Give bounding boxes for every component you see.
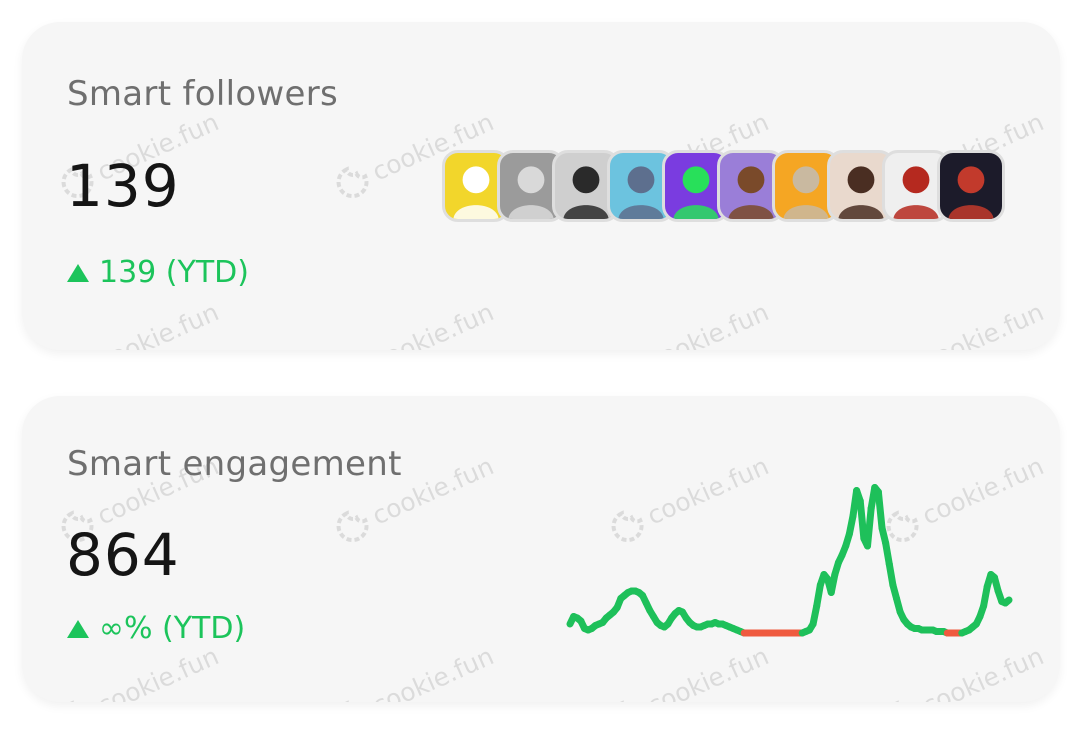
watermark-label: cookie.fun <box>367 640 498 702</box>
cookie-fun-watermark: cookie.fun <box>330 638 499 702</box>
watermark-label: cookie.fun <box>92 296 223 350</box>
watermark-label: cookie.fun <box>642 640 773 702</box>
engagement-sparkline <box>566 484 1013 637</box>
cookie-fun-watermark: cookie.fun <box>880 294 1049 350</box>
smart-engagement-change: ∞% (YTD) <box>67 611 245 646</box>
cookie-icon <box>336 700 369 702</box>
up-triangle-icon <box>67 619 89 638</box>
cookie-fun-watermark: cookie.fun <box>605 638 774 702</box>
cookie-icon <box>336 510 369 543</box>
watermark-label: cookie.fun <box>367 296 498 350</box>
cookie-icon <box>336 166 369 199</box>
smart-engagement-title: Smart engagement <box>67 444 402 484</box>
sparkline-segment <box>856 497 868 542</box>
smart-followers-title: Smart followers <box>67 74 339 114</box>
cookie-icon <box>61 700 94 702</box>
smart-followers-change-label: 139 (YTD) <box>99 255 249 290</box>
cookie-fun-watermark: cookie.fun <box>55 294 224 350</box>
sparkline-segment <box>874 488 886 532</box>
sparkline-segment <box>1001 596 1013 607</box>
smart-engagement-card[interactable]: cookie.fun cookie.fun cookie.fun cookie.fun… <box>22 396 1060 702</box>
cookie-fun-watermark: cookie.fun <box>605 294 774 350</box>
smart-engagement-change-label: ∞% (YTD) <box>99 611 246 646</box>
smart-followers-change: 139 (YTD) <box>67 255 249 290</box>
smart-followers-count: 139 <box>66 152 180 220</box>
cookie-icon <box>886 700 919 702</box>
cookie-fun-watermark: cookie.fun <box>330 294 499 350</box>
watermark-label: cookie.fun <box>917 296 1048 350</box>
cookie-fun-watermark: cookie.fun <box>880 638 1049 702</box>
smart-engagement-count: 864 <box>66 521 180 589</box>
watermark-label: cookie.fun <box>92 640 223 702</box>
up-triangle-icon <box>67 263 89 282</box>
abstract-avatar[interactable] <box>937 150 1005 222</box>
sparkline-segment <box>864 505 875 550</box>
watermark-label: cookie.fun <box>917 640 1048 702</box>
smart-followers-card[interactable]: cookie.fun cookie.fun cookie.fun cookie.fun… <box>22 22 1060 350</box>
watermark-label: cookie.fun <box>642 296 773 350</box>
cookie-fun-watermark: cookie.fun <box>55 638 224 702</box>
cookie-icon <box>611 700 644 702</box>
